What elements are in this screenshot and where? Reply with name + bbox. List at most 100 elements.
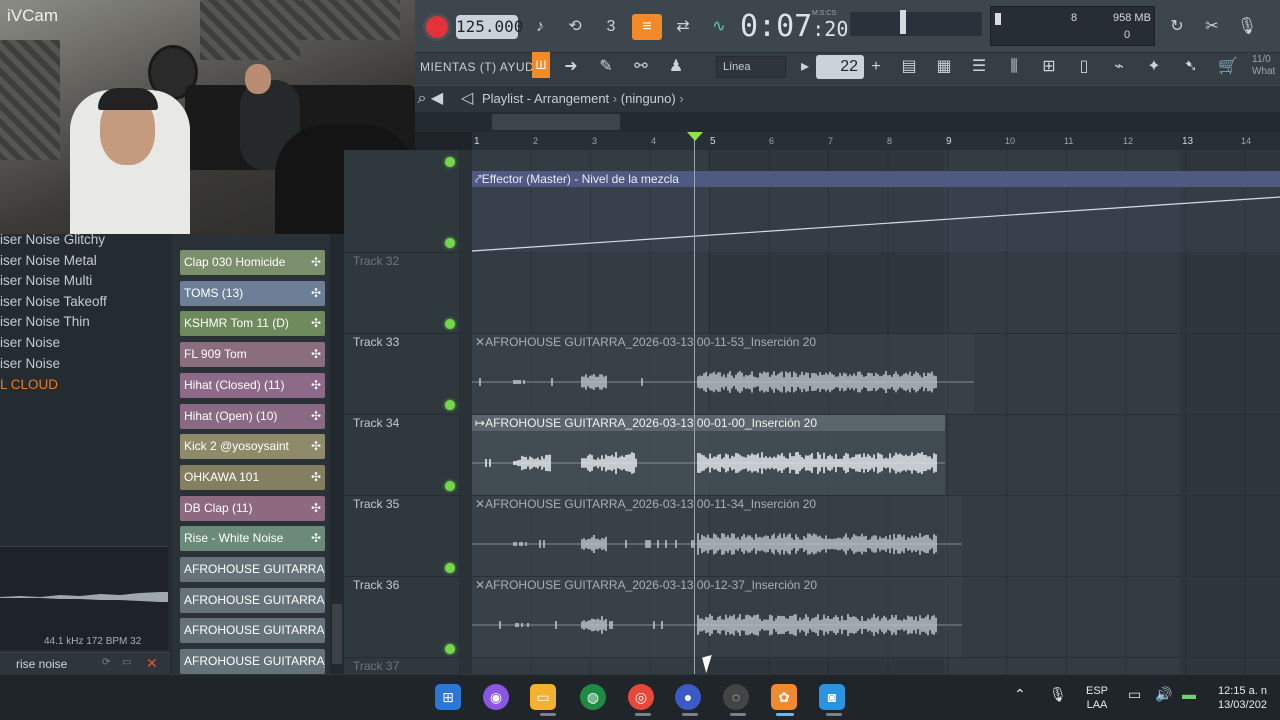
audio-clip[interactable]: ↦AFROHOUSE GUITARRA_2026-03-13 00-01-00_…: [472, 415, 945, 495]
track-label[interactable]: Track 35: [353, 497, 399, 511]
tray-chevron-icon[interactable]: ⌃: [1014, 686, 1026, 703]
folder-icon[interactable]: ▭: [122, 657, 131, 668]
share-icon[interactable]: ➷: [1176, 54, 1206, 80]
link-icon[interactable]: ⚯: [626, 54, 656, 80]
file-icon[interactable]: ▯: [1069, 54, 1099, 80]
playlist-icon[interactable]: ▤: [894, 54, 924, 80]
obs-icon[interactable]: ◌: [723, 684, 749, 710]
blend-notes-icon[interactable]: ⇄: [668, 14, 698, 40]
stamp-icon[interactable]: ♟: [661, 54, 691, 80]
audio-clip-header[interactable]: ✕AFROHOUSE GUITARRA_2026-03-13 00-12-37_…: [472, 577, 962, 593]
channel-picker-item[interactable]: AFROHOUSE GUITARRA_2...: [180, 557, 325, 582]
browser-icon[interactable]: ⊞: [1034, 54, 1064, 80]
windows-start-icon[interactable]: ⊞: [435, 684, 461, 710]
track-mute-led[interactable]: [445, 238, 455, 248]
audio-clip-header[interactable]: ✕AFROHOUSE GUITARRA_2026-03-13 00-11-53_…: [472, 334, 974, 350]
tempo-display[interactable]: 125.000: [456, 15, 523, 39]
cut-icon[interactable]: ✂: [1197, 14, 1227, 40]
track-mute-led[interactable]: [445, 157, 455, 167]
track-label[interactable]: Track 33: [353, 335, 399, 349]
channel-picker-item[interactable]: AFROHOUSE GUITARRA_2...: [180, 587, 325, 613]
playlist-overview-window[interactable]: [492, 114, 620, 130]
piano-roll-icon[interactable]: ▦: [929, 54, 959, 80]
menu-orange-tab[interactable]: Ш: [532, 52, 550, 78]
channel-picker-item[interactable]: Hihat (Closed) (11) ✣: [180, 372, 325, 398]
clip-menu-icon[interactable]: ✕: [475, 335, 485, 349]
channel-picker-item[interactable]: Hihat (Open) (10) ✣: [180, 403, 325, 429]
track-mute-led[interactable]: [445, 481, 455, 491]
file-explorer-icon[interactable]: ▭: [530, 684, 556, 710]
track-label[interactable]: Track 34: [353, 416, 399, 430]
clip-menu-icon[interactable]: ✕: [475, 578, 485, 592]
loop-record-icon[interactable]: ⟲: [560, 14, 590, 40]
language-indicator[interactable]: ESP LAA: [1082, 684, 1112, 712]
system-clock[interactable]: 12:15 a. n 13/03/202: [1218, 684, 1280, 712]
tray-mic-icon[interactable]: 🎙: [1049, 686, 1067, 703]
channel-picker-item[interactable]: AFROHOUSE GUITARRA_2...: [180, 618, 325, 644]
snap-select[interactable]: Línea: [716, 56, 786, 78]
metronome-icon[interactable]: ♪: [525, 14, 555, 40]
fl-studio-icon[interactable]: ✿: [771, 684, 797, 710]
mixer-icon[interactable]: ⫼: [999, 54, 1029, 80]
track-mute-led[interactable]: [445, 319, 455, 329]
timeline-ruler[interactable]: 1 2 3 4 5 6 7 8 9 10 11 12 13 14: [472, 132, 1280, 150]
browser-item[interactable]: iser Noise Thin: [0, 312, 172, 332]
channel-picker-item[interactable]: AFROHOUSE GUITARRA_2...: [180, 649, 325, 675]
step-edit-icon[interactable]: ≡: [632, 14, 662, 40]
app-green-icon[interactable]: ◍: [580, 684, 606, 710]
channel-picker-item[interactable]: KSHMR Tom 11 (D) ✣: [180, 311, 325, 337]
playlist-pattern[interactable]: (ninguno): [621, 91, 676, 106]
audio-clip[interactable]: ✕AFROHOUSE GUITARRA_2026-03-13 00-11-34_…: [472, 496, 962, 576]
audio-clip[interactable]: ✕AFROHOUSE GUITARRA_2026-03-13 00-11-53_…: [472, 334, 974, 414]
battery-icon[interactable]: ▬: [1182, 686, 1196, 702]
track-label[interactable]: Track 37: [353, 659, 399, 673]
picker-scrollbar[interactable]: [330, 234, 344, 674]
channel-rack-icon[interactable]: ☰: [964, 54, 994, 80]
channel-picker-item[interactable]: Kick 2 @yosoysaint ✣: [180, 434, 325, 460]
browser-cloud-item[interactable]: L CLOUD: [0, 375, 172, 395]
record-button[interactable]: [426, 16, 448, 38]
network-icon[interactable]: ▭: [1128, 686, 1141, 703]
channel-picker-item[interactable]: Clap 030 Homicide ✣: [180, 250, 325, 275]
menu-bar[interactable]: MIENTAS (T) AYUDA: [420, 60, 543, 74]
mic-icon[interactable]: 🎙: [1232, 14, 1262, 40]
cart-icon[interactable]: 🛒: [1213, 54, 1243, 80]
audio-clip-header[interactable]: ↦AFROHOUSE GUITARRA_2026-03-13 00-01-00_…: [472, 415, 945, 431]
track-mute-led[interactable]: [445, 644, 455, 654]
playhead-marker[interactable]: [687, 132, 703, 141]
refresh-icon[interactable]: ⟳: [102, 657, 110, 668]
channel-picker-item[interactable]: TOMS (13) ✣: [180, 280, 325, 306]
browser-item[interactable]: iser Noise: [0, 354, 172, 374]
audio-clip[interactable]: ✕AFROHOUSE GUITARRA_2026-03-13 00-12-37_…: [472, 577, 962, 657]
browser-search-bar[interactable]: rise noise ⟳ ▭ ✕: [0, 652, 170, 674]
browser-app-icon[interactable]: ●: [675, 684, 701, 710]
speaker-icon[interactable]: ◀: [428, 86, 446, 112]
picker-scroll-thumb[interactable]: [332, 604, 342, 664]
channel-picker-item[interactable]: FL 909 Tom ✣: [180, 342, 325, 368]
audio-clip-header[interactable]: ✕AFROHOUSE GUITARRA_2026-03-13 00-11-34_…: [472, 496, 962, 512]
clip-menu-icon[interactable]: ✕: [475, 497, 485, 511]
pencil-icon[interactable]: ✎: [591, 54, 621, 80]
plugin-icon[interactable]: ⌁: [1104, 54, 1134, 80]
track-label[interactable]: Track 32: [353, 254, 399, 268]
track-mute-led[interactable]: [445, 400, 455, 410]
step-plus-button[interactable]: +: [867, 56, 885, 78]
arrow-right-icon[interactable]: ➜: [556, 54, 586, 80]
channel-picker-item[interactable]: DB Clap (11) ✣: [180, 495, 325, 521]
volume-icon[interactable]: 🔊: [1155, 686, 1172, 703]
master-volume-slider[interactable]: [850, 12, 982, 36]
track-mute-led[interactable]: [445, 563, 455, 573]
countdown-icon[interactable]: 3: [596, 14, 626, 40]
step-value[interactable]: 22: [816, 55, 864, 79]
browser-item[interactable]: iser Noise: [0, 333, 172, 353]
ivcam-icon[interactable]: ◙: [819, 684, 845, 710]
browser-item[interactable]: iser Noise Takeoff: [0, 292, 172, 312]
automation-clip[interactable]: ⤤Effector (Master) - Nivel de la mezcla: [472, 171, 1280, 187]
play-small-icon[interactable]: ▸: [796, 54, 814, 80]
browser-search-input[interactable]: rise noise: [16, 657, 67, 671]
undo-icon[interactable]: ↻: [1162, 14, 1192, 40]
chrome-icon[interactable]: ◎: [628, 684, 654, 710]
clear-search-icon[interactable]: ✕: [146, 656, 160, 670]
playlist-vscroll[interactable]: [459, 150, 472, 674]
wave-icon[interactable]: ∿: [704, 14, 734, 40]
